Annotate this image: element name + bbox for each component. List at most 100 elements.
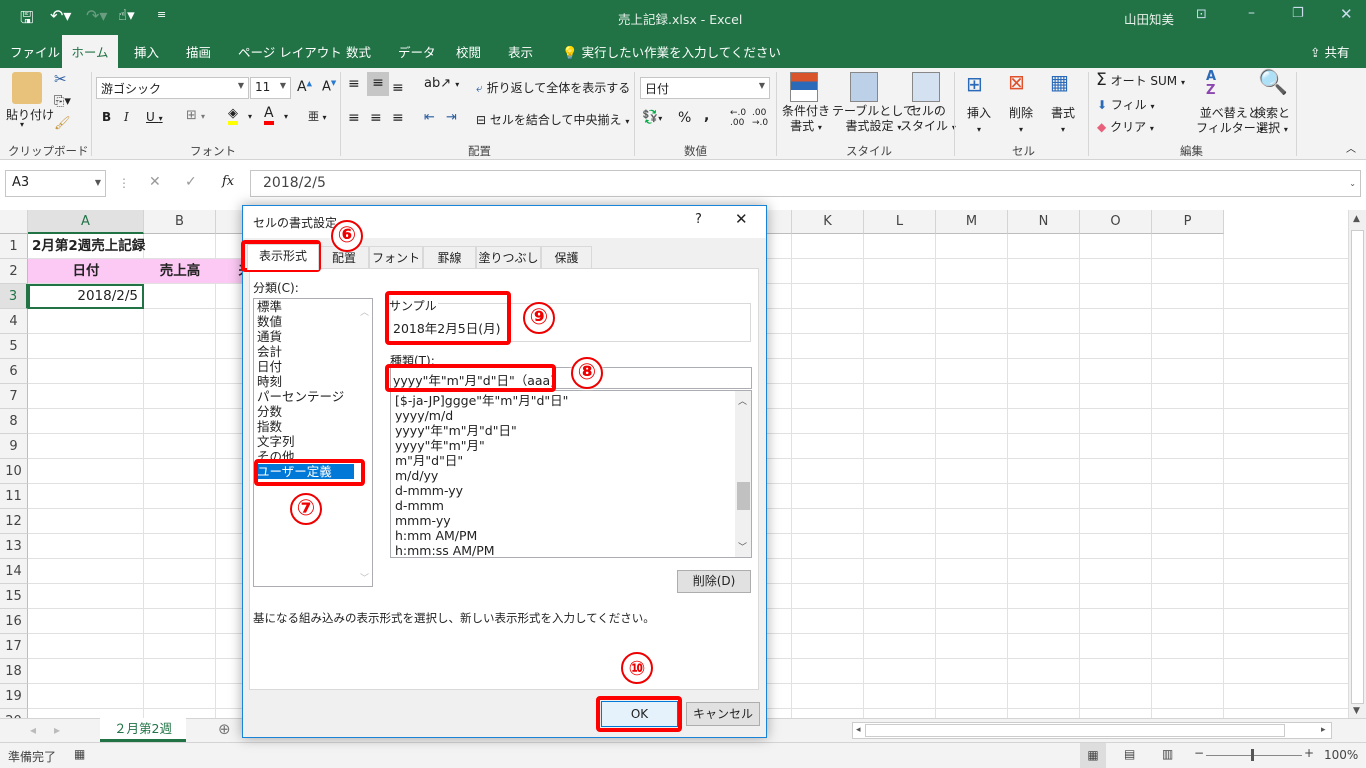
borders-icon[interactable]: ⊞ ▾	[186, 108, 205, 123]
format-item[interactable]: yyyy"年"m"月"d"日"	[392, 423, 751, 438]
minimize-icon[interactable]: –	[1248, 5, 1255, 21]
redo-icon[interactable]: ↷▾	[86, 6, 107, 25]
paste-dropdown-icon[interactable]: ▾	[20, 120, 24, 129]
tab-review[interactable]: 校閲	[456, 42, 481, 61]
dialog-tab-font[interactable]: フォント	[369, 246, 423, 269]
align-top-icon[interactable]: ≡	[348, 76, 360, 92]
tab-view[interactable]: 表示	[508, 42, 533, 61]
scroll-up-icon[interactable]: ︿	[360, 305, 369, 318]
restore-icon[interactable]: ❐	[1292, 6, 1304, 21]
increase-indent-icon[interactable]: ⇥	[446, 110, 457, 125]
merge-center-button[interactable]: ⊟ セルを結合して中央揃え ▾	[476, 111, 629, 128]
row-header-3[interactable]: 3	[0, 284, 28, 309]
column-header-L[interactable]: L	[864, 210, 936, 234]
insert-function-icon[interactable]: fx	[222, 174, 234, 189]
cell-A2[interactable]: 日付	[28, 259, 144, 283]
comma-style-icon[interactable]: ,	[704, 108, 709, 124]
scroll-thumb[interactable]	[737, 482, 750, 510]
font-size-select[interactable]: 11 ▼	[250, 77, 291, 99]
tab-insert[interactable]: 挿入	[134, 42, 159, 61]
zoom-out-icon[interactable]: −	[1194, 746, 1204, 760]
column-header-O[interactable]: O	[1080, 210, 1152, 234]
scroll-right-icon[interactable]: ▸	[1321, 725, 1326, 735]
row-header-2[interactable]: 2	[0, 259, 28, 284]
category-item[interactable]: 分数	[254, 404, 372, 419]
column-header-B[interactable]: B	[144, 210, 216, 234]
tab-data[interactable]: データ	[398, 42, 436, 61]
format-item[interactable]: yyyy"年"m"月"	[392, 438, 751, 453]
copy-icon[interactable]: ⎘▾	[54, 94, 71, 109]
format-item[interactable]: m"月"d"日"	[392, 453, 751, 468]
category-item[interactable]: 会計	[254, 344, 372, 359]
format-item[interactable]: h:mm:ss AM/PM	[392, 543, 751, 557]
tab-home[interactable]: ホーム	[62, 35, 118, 68]
cell-B2[interactable]: 売上高	[144, 259, 216, 283]
format-list[interactable]: [$-ja-JP]ggge"年"m"月"d"日" yyyy/m/d yyyy"年"m…	[390, 390, 752, 558]
enter-icon[interactable]: ✓	[185, 174, 197, 190]
conditional-formatting-button[interactable]: 条件付き 書式 ▾	[782, 104, 830, 135]
delete-cells-button[interactable]: 削除 ▾	[1009, 106, 1033, 137]
category-item[interactable]: 数値	[254, 314, 372, 329]
customize-qat-icon[interactable]: ≡	[157, 8, 166, 21]
category-item[interactable]: 時刻	[254, 374, 372, 389]
align-center-icon[interactable]: ≡	[370, 110, 382, 126]
font-name-select[interactable]: 游ゴシック ▼	[96, 77, 249, 99]
zoom-level[interactable]: 100%	[1324, 748, 1358, 762]
undo-icon[interactable]: ↶▾	[50, 6, 71, 25]
percent-style-icon[interactable]: %	[678, 110, 691, 126]
help-button[interactable]: ?	[695, 212, 702, 227]
page-layout-view-icon[interactable]: ▤	[1124, 747, 1135, 761]
row-header-6[interactable]: 6	[0, 359, 28, 384]
scroll-thumb[interactable]	[1351, 230, 1364, 704]
row-header-13[interactable]: 13	[0, 534, 28, 559]
category-item[interactable]: パーセンテージ	[254, 389, 372, 404]
scroll-down-icon[interactable]: ﹀	[360, 571, 369, 584]
align-right-icon[interactable]: ≡	[392, 110, 404, 126]
close-icon[interactable]: ✕	[1340, 5, 1353, 23]
autosum-button[interactable]: Σ オート SUM ▾	[1096, 70, 1185, 90]
next-sheet-icon[interactable]: ▸	[54, 723, 60, 737]
fill-color-dropdown[interactable]: ▾	[248, 112, 252, 121]
grow-font-icon[interactable]: A▲	[297, 79, 312, 95]
macro-record-icon[interactable]: ▦	[74, 747, 85, 761]
row-header-9[interactable]: 9	[0, 434, 28, 459]
add-sheet-icon[interactable]: ⊕	[218, 720, 231, 738]
expand-formula-icon[interactable]: ⌄	[1349, 179, 1356, 188]
font-color-dropdown[interactable]: ▾	[284, 112, 288, 121]
row-header-7[interactable]: 7	[0, 384, 28, 409]
ribbon-display-icon[interactable]: ⊡	[1196, 7, 1207, 22]
column-header-A[interactable]: A	[28, 210, 144, 234]
category-item[interactable]: 通貨	[254, 329, 372, 344]
zoom-slider[interactable]	[1206, 755, 1302, 756]
scroll-down-icon[interactable]: ﹀	[738, 541, 747, 556]
row-header-4[interactable]: 4	[0, 309, 28, 334]
category-list[interactable]: 標準 数値 通貨 会計 日付 時刻 パーセンテージ 分数 指数 文字列 その他 ユーザー定義 ︿ ﹀	[253, 298, 373, 587]
prev-sheet-icon[interactable]: ◂	[30, 723, 36, 737]
dialog-tab-fill[interactable]: 塗りつぶし	[476, 246, 541, 269]
align-left-icon[interactable]: ≡	[348, 110, 360, 126]
row-header-20[interactable]: 20	[0, 709, 28, 718]
increase-decimal-icon[interactable]: ←.0.00	[730, 108, 746, 128]
row-header-18[interactable]: 18	[0, 659, 28, 684]
user-name[interactable]: 山田知美	[1124, 9, 1174, 28]
cancel-entry-icon[interactable]: ✕	[149, 174, 161, 190]
category-item[interactable]: 指数	[254, 419, 372, 434]
decrease-indent-icon[interactable]: ⇤	[424, 110, 435, 125]
shrink-font-icon[interactable]: A▼	[322, 79, 336, 94]
format-item[interactable]: h:mm AM/PM	[392, 528, 751, 543]
share-button[interactable]: ⇪ 共有	[1310, 42, 1349, 61]
category-item[interactable]: 日付	[254, 359, 372, 374]
tab-formulas[interactable]: 数式	[346, 42, 371, 61]
column-header-P[interactable]: P	[1152, 210, 1224, 234]
bold-button[interactable]: B	[102, 110, 111, 124]
dialog-tab-number[interactable]: 表示形式	[247, 244, 319, 270]
row-header-16[interactable]: 16	[0, 609, 28, 634]
scroll-down-icon[interactable]: ▼	[1353, 706, 1360, 716]
align-middle-icon[interactable]: ≡	[367, 72, 389, 96]
zoom-in-icon[interactable]: +	[1304, 746, 1314, 760]
format-item[interactable]: [$-ja-JP]ggge"年"m"月"d"日"	[392, 393, 751, 408]
horizontal-scrollbar[interactable]: ◂ ▸	[852, 722, 1332, 739]
zoom-slider-thumb[interactable]	[1251, 749, 1254, 761]
clear-button[interactable]: ◆ クリア ▾	[1097, 118, 1154, 135]
sheet-tab-active[interactable]: ２月第2週	[100, 718, 186, 742]
